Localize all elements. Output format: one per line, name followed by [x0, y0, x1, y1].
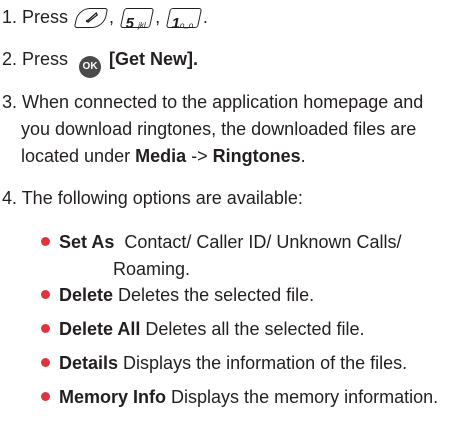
media-label: Media [135, 146, 187, 166]
key-1-icon: 1o_o [166, 8, 203, 32]
get-new-label: [Get New]. [109, 49, 199, 69]
step-3-line-1: 3. When connected to the application hom… [2, 92, 424, 112]
option-memory-info: Memory Info Displays the memory informat… [41, 384, 438, 411]
option-desc: Deletes the selected file. [118, 285, 315, 305]
option-desc-cont: Roaming. [113, 259, 191, 279]
option-name: Delete All [59, 319, 141, 339]
option-delete: Delete Deletes the selected file. [41, 282, 314, 309]
option-set-as: Set As Contact/ Caller ID/ Unknown Calls… [41, 229, 401, 283]
bullet-icon [41, 358, 50, 367]
bullet-icon [41, 392, 50, 401]
step-1-prefix: 1. Press [2, 7, 69, 27]
step-3: 3. When connected to the application hom… [2, 89, 423, 170]
option-name: Details [59, 353, 119, 373]
option-desc: Deletes all the selected file. [145, 319, 365, 339]
bullet-icon [41, 324, 50, 333]
ok-key-icon: OK [79, 56, 102, 78]
option-desc: Displays the information of the files. [123, 353, 408, 373]
step-3-line-3: located under Media -> Ringtones. [21, 146, 306, 166]
step-4: 4. The following options are available: [2, 185, 303, 212]
step-1: 1. Press , 5 jkl, 1o_o. [2, 7, 208, 32]
key-5-icon: 5 jkl [119, 8, 155, 32]
left-soft-key-icon [73, 8, 109, 28]
step-3-line-2: you download ringtones, the downloaded f… [21, 119, 417, 139]
step-4-text: 4. The following options are available: [2, 188, 303, 208]
option-name: Delete [59, 285, 114, 305]
bullet-icon [41, 237, 50, 246]
option-name: Set As [59, 232, 115, 252]
step-2-prefix: 2. Press [2, 49, 69, 69]
option-desc: Contact/ Caller ID/ Unknown Calls/ [124, 232, 402, 252]
option-details: Details Displays the information of the … [41, 350, 407, 377]
bullet-icon [41, 290, 50, 299]
option-delete-all: Delete All Deletes all the selected file… [41, 316, 365, 343]
step-2: 2. Press OK [Get New]. [2, 46, 198, 78]
ringtones-label: Ringtones [212, 146, 301, 166]
option-name: Memory Info [59, 387, 167, 407]
option-desc: Displays the memory information. [171, 387, 439, 407]
